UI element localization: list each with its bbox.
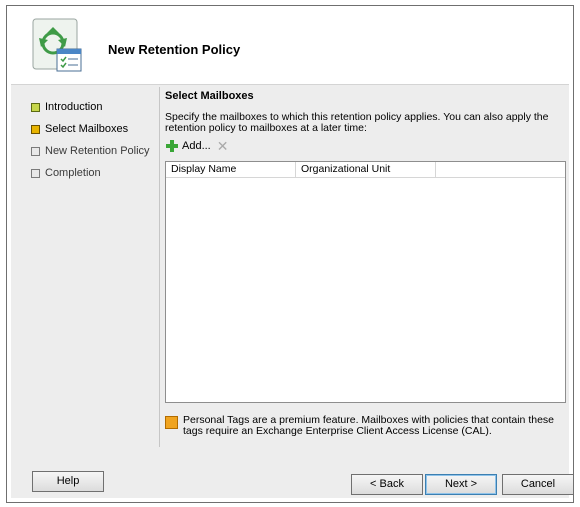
cancel-button[interactable]: Cancel xyxy=(502,474,574,495)
next-button[interactable]: Next > xyxy=(425,474,497,495)
add-label: Add... xyxy=(182,140,211,152)
divider xyxy=(159,87,160,447)
help-button[interactable]: Help xyxy=(32,471,104,492)
mailbox-list[interactable]: Display Name Organizational Unit xyxy=(165,161,566,403)
step-new-retention-policy: New Retention Policy xyxy=(31,140,161,162)
remove-icon[interactable]: ✕ xyxy=(217,139,229,153)
step-label: New Retention Policy xyxy=(45,145,150,157)
wizard-steps: Introduction Select Mailboxes New Retent… xyxy=(31,96,161,184)
step-label: Completion xyxy=(45,167,101,179)
step-status-icon xyxy=(31,168,40,178)
page-description: Specify the mailboxes to which this rete… xyxy=(165,111,549,134)
add-button[interactable]: Add... xyxy=(165,139,211,153)
section-title: Select Mailboxes xyxy=(165,90,254,102)
recycle-policy-icon xyxy=(27,17,87,77)
wizard-title: New Retention Policy xyxy=(108,42,241,57)
list-header: Display Name Organizational Unit xyxy=(166,162,565,178)
step-label: Introduction xyxy=(45,101,103,113)
add-icon xyxy=(166,140,178,152)
step-status-icon xyxy=(31,124,40,134)
column-empty xyxy=(436,162,565,177)
step-label: Select Mailboxes xyxy=(45,123,129,135)
back-button[interactable]: < Back xyxy=(351,474,423,495)
step-status-icon xyxy=(31,102,40,112)
column-display-name[interactable]: Display Name xyxy=(166,162,296,177)
wizard-header: New Retention Policy xyxy=(11,10,569,85)
column-organizational-unit[interactable]: Organizational Unit xyxy=(296,162,436,177)
mailbox-toolbar: Add... ✕ xyxy=(165,138,567,154)
step-status-icon xyxy=(31,146,40,156)
wizard-body: New Retention Policy Introduction Select… xyxy=(11,10,574,498)
premium-note: Personal Tags are a premium feature. Mai… xyxy=(165,415,567,437)
wizard-window: New Retention Policy Introduction Select… xyxy=(6,5,574,503)
step-completion: Completion xyxy=(31,162,161,184)
info-icon xyxy=(165,416,178,429)
page-content: Select Mailboxes Specify the mailboxes t… xyxy=(165,88,567,154)
note-text: Personal Tags are a premium feature. Mai… xyxy=(183,414,555,437)
step-select-mailboxes: Select Mailboxes xyxy=(31,118,161,140)
step-introduction: Introduction xyxy=(31,96,161,118)
